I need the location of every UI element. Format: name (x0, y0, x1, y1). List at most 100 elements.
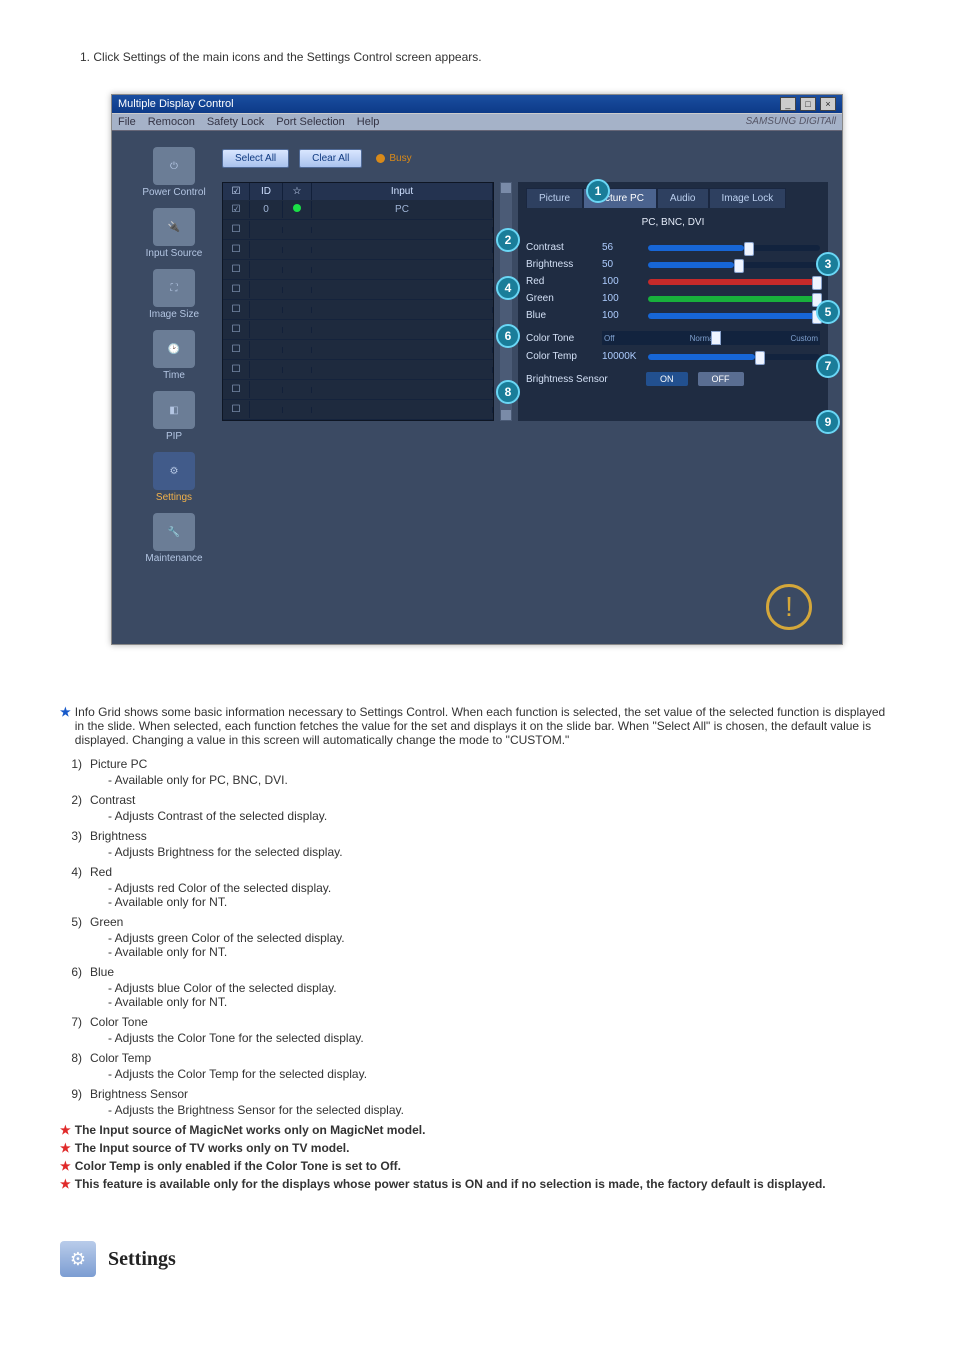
table-row[interactable]: ☐ (223, 280, 493, 300)
slider-track[interactable] (648, 296, 820, 302)
maximize-icon[interactable]: □ (800, 97, 816, 111)
toolbar: Select All Clear All Busy (222, 147, 828, 176)
content-row: ☑ ID ☆ Input ☑ 0 PC ☐ ☐ ☐ ☐ ☐ (222, 182, 828, 421)
slider-track[interactable] (648, 262, 820, 268)
sidebar-item-label: Time (126, 370, 222, 381)
info-grid[interactable]: ☑ ID ☆ Input ☑ 0 PC ☐ ☐ ☐ ☐ ☐ (222, 182, 494, 421)
grid-header-id: ID (250, 183, 283, 200)
row-checkbox[interactable]: ☑ (223, 201, 250, 218)
table-row[interactable]: ☐ (223, 380, 493, 400)
tone-thumb[interactable] (711, 331, 721, 345)
intro-text: Info Grid shows some basic information n… (75, 705, 894, 747)
sublist: Adjusts green Color of the selected disp… (108, 931, 894, 959)
sidebar-item-settings[interactable]: ⚙ Settings (126, 452, 222, 503)
table-row[interactable]: ☐ (223, 320, 493, 340)
select-all-button[interactable]: Select All (222, 149, 289, 168)
sublist: Adjusts Brightness for the selected disp… (108, 845, 894, 859)
note-text: The Input source of MagicNet works only … (75, 1123, 894, 1137)
slider-label: Contrast (526, 242, 594, 253)
table-row[interactable]: ☑ 0 PC (223, 200, 493, 220)
sensor-off-button[interactable]: OFF (698, 372, 744, 386)
sensor-label: Brightness Sensor (526, 374, 636, 385)
sidebar-item-label: Maintenance (126, 553, 222, 564)
sidebar-item-input-source[interactable]: 🔌 Input Source (126, 208, 222, 259)
list-item: 9)Brightness Sensor (60, 1087, 894, 1101)
window-buttons: _ □ × (779, 97, 836, 111)
tone-mark-off: Off (604, 334, 615, 343)
slider-track[interactable] (648, 245, 820, 251)
clock-icon: 🕑 (153, 330, 195, 368)
image-size-icon: ⛶ (153, 269, 195, 307)
sidebar-item-label: Settings (126, 492, 222, 503)
slider-value: 50 (602, 259, 640, 270)
list-item: 2)Contrast (60, 793, 894, 807)
brightness-sensor-control: Brightness Sensor ON OFF (526, 372, 820, 386)
tab-audio[interactable]: Audio (657, 188, 709, 208)
callout-7: 7 (816, 354, 840, 378)
table-row[interactable]: ☐ (223, 240, 493, 260)
row-status (283, 201, 312, 218)
scroll-down-icon[interactable] (501, 410, 511, 420)
sublist: Available only for PC, BNC, DVI. (108, 773, 894, 787)
red-note: ★The Input source of TV works only on TV… (60, 1141, 894, 1155)
menu-remocon[interactable]: Remocon (148, 116, 195, 128)
section-header: ⚙ Settings (60, 1241, 894, 1277)
menu-safety-lock[interactable]: Safety Lock (207, 116, 264, 128)
slider-track[interactable] (648, 354, 820, 360)
menu-file[interactable]: File (118, 116, 136, 128)
sidebar-item-maintenance[interactable]: 🔧 Maintenance (126, 513, 222, 564)
color-tone-track[interactable]: Off Normal Custom (602, 331, 820, 345)
plug-icon: 🔌 (153, 208, 195, 246)
pip-icon: ◧ (153, 391, 195, 429)
contrast-slider[interactable]: Contrast 56 (526, 242, 820, 253)
color-tone-label: Color Tone (526, 333, 594, 344)
table-row[interactable]: ☐ (223, 400, 493, 420)
sidebar: ⏻ Power Control 🔌 Input Source ⛶ Image S… (126, 147, 222, 564)
slider-label: Blue (526, 310, 594, 321)
slider-track[interactable] (648, 279, 820, 285)
sidebar-item-image-size[interactable]: ⛶ Image Size (126, 269, 222, 320)
menu-port-selection[interactable]: Port Selection (276, 116, 344, 128)
slider-value: 100 (602, 293, 640, 304)
table-row[interactable]: ☐ (223, 300, 493, 320)
sublist: Adjusts red Color of the selected displa… (108, 881, 894, 909)
red-slider[interactable]: Red 100 (526, 276, 820, 287)
bottom-area: ! (112, 584, 842, 644)
callout-3: 3 (816, 252, 840, 276)
color-temp-slider[interactable]: Color Temp 10000K (526, 351, 820, 362)
row-input: PC (312, 201, 493, 218)
minimize-icon[interactable]: _ (780, 97, 796, 111)
table-row[interactable]: ☐ (223, 360, 493, 380)
grid-header-status: ☆ (283, 183, 312, 200)
scroll-up-icon[interactable] (501, 183, 511, 193)
blue-slider[interactable]: Blue 100 (526, 310, 820, 321)
app-screenshot: Multiple Display Control _ □ × File Remo… (111, 94, 843, 645)
main-area: Select All Clear All Busy ☑ ID ☆ Input (222, 147, 828, 564)
list-item: 8)Color Temp (60, 1051, 894, 1065)
sublist: Adjusts the Brightness Sensor for the se… (108, 1103, 894, 1117)
slider-value: 100 (602, 276, 640, 287)
slider-value: 56 (602, 242, 640, 253)
tab-image-lock[interactable]: Image Lock (709, 188, 787, 208)
table-row[interactable]: ☐ (223, 220, 493, 240)
table-row[interactable]: ☐ (223, 260, 493, 280)
menu-help[interactable]: Help (357, 116, 380, 128)
brightness-slider[interactable]: Brightness 50 (526, 259, 820, 270)
sidebar-item-time[interactable]: 🕑 Time (126, 330, 222, 381)
sensor-on-button[interactable]: ON (646, 372, 688, 386)
grid-header-input: Input (312, 183, 493, 200)
sidebar-item-label: Image Size (126, 309, 222, 320)
brand-label: SAMSUNG DIGITAll (746, 116, 836, 127)
tab-picture[interactable]: Picture (526, 188, 583, 208)
list-item: 6)Blue (60, 965, 894, 979)
panel-tabs: Picture Picture PC Audio Image Lock (526, 188, 820, 208)
table-row[interactable]: ☐ (223, 340, 493, 360)
green-slider[interactable]: Green 100 (526, 293, 820, 304)
clear-all-button[interactable]: Clear All (299, 149, 362, 168)
slider-track[interactable] (648, 313, 820, 319)
sidebar-item-pip[interactable]: ◧ PIP (126, 391, 222, 442)
color-tone-control[interactable]: Color Tone Off Normal Custom (526, 331, 820, 345)
sidebar-item-power-control[interactable]: ⏻ Power Control (126, 147, 222, 198)
intro-note: ★ Info Grid shows some basic information… (60, 705, 894, 747)
close-icon[interactable]: × (820, 97, 836, 111)
